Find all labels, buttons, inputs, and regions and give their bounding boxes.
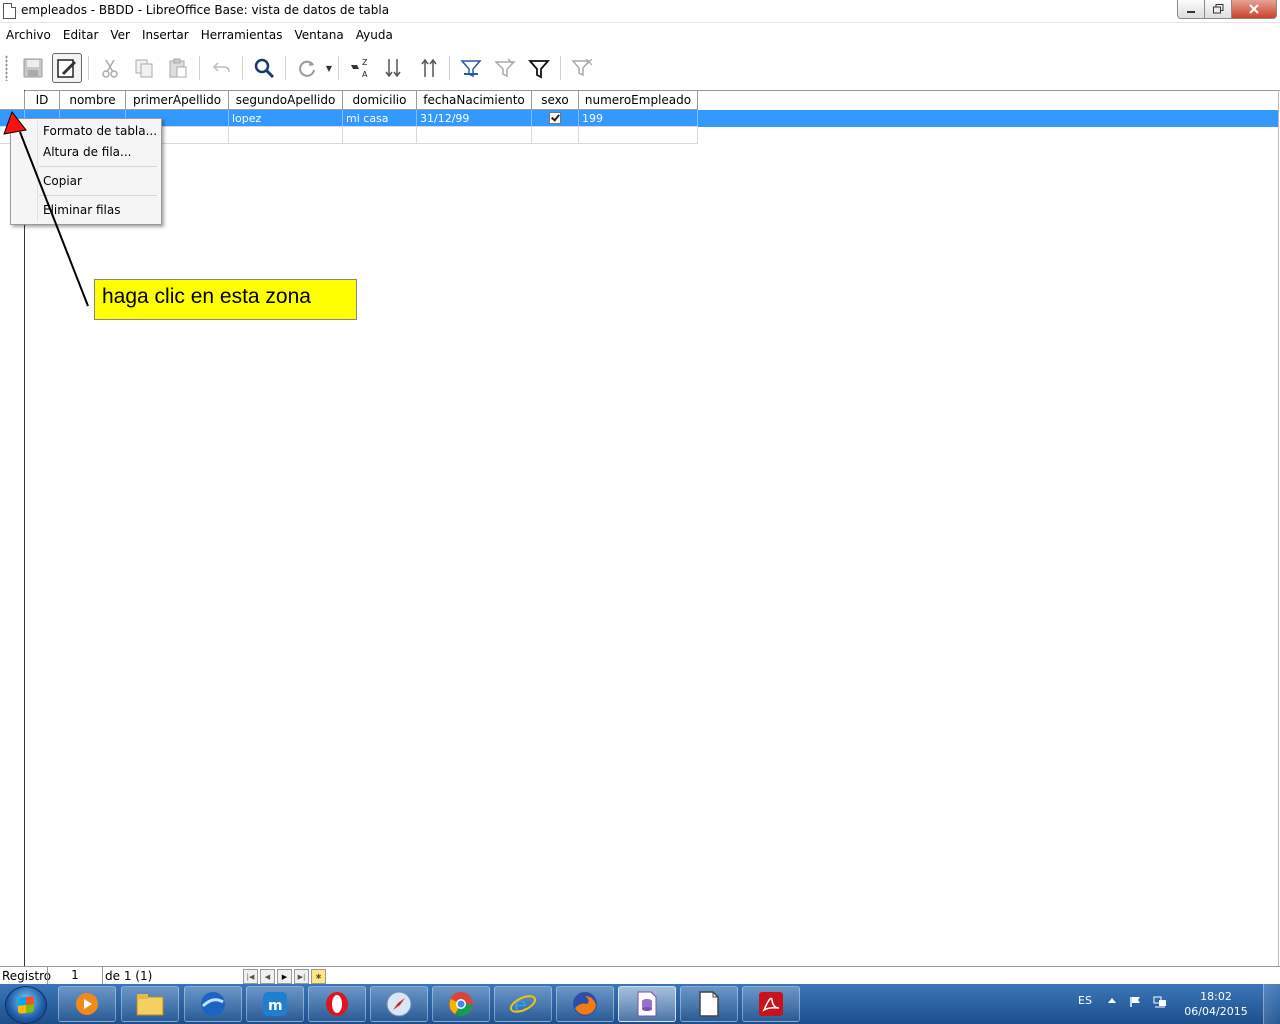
window-controls	[1177, 0, 1277, 19]
network-icon[interactable]	[1153, 996, 1167, 1008]
callout-text: haga clic en esta zona	[102, 285, 311, 308]
record-nav-buttons: |◀ ◀ ▶ ▶| ✱	[243, 969, 328, 984]
standard-filter-button[interactable]	[524, 53, 554, 83]
taskbar-explorer[interactable]	[121, 986, 179, 1022]
language-indicator[interactable]: ES	[1078, 994, 1092, 1007]
first-record-icon: |◀	[246, 972, 255, 981]
svg-text:m: m	[268, 998, 283, 1014]
clock-time: 18:02	[1200, 990, 1232, 1003]
new-record-icon: ✱	[315, 972, 322, 981]
taskbar-internet-explorer[interactable]: e	[494, 986, 552, 1022]
reset-filter-button[interactable]	[567, 53, 597, 83]
chrome-icon	[449, 992, 473, 1016]
start-button[interactable]	[5, 986, 47, 1024]
libreoffice-base-icon	[637, 991, 657, 1017]
firefox-icon	[573, 992, 597, 1016]
sexo-checkbox[interactable]	[549, 111, 561, 124]
annotation-callout: haga clic en esta zona	[94, 279, 357, 320]
adobe-reader-icon	[759, 992, 783, 1016]
record-label: Registro	[2, 969, 52, 983]
record-navigation-bar: Registro 1 de 1 (1) |◀ ◀ ▶ ▶| ✱	[0, 966, 1280, 985]
system-clock[interactable]: 18:02 06/04/2015	[1180, 989, 1252, 1019]
windows-media-player-icon	[76, 993, 98, 1015]
taskbar-safari[interactable]	[370, 986, 428, 1022]
new-record-button[interactable]: ✱	[311, 969, 326, 984]
taskbar: m e ES 18:02 06/04/2015	[0, 984, 1280, 1024]
last-record-icon: ▶|	[297, 972, 306, 981]
cell-fechanacimiento[interactable]: 31/12/99	[416, 109, 532, 127]
toolbar-separator	[560, 56, 561, 80]
restore-button[interactable]	[1205, 0, 1232, 19]
clock-date: 06/04/2015	[1184, 1005, 1248, 1018]
taskbar-google-earth[interactable]	[184, 986, 242, 1022]
taskbar-chrome[interactable]	[432, 986, 490, 1022]
column-header-fechanacimiento[interactable]: fechaNacimiento	[416, 91, 532, 110]
reset-filter-icon	[571, 58, 593, 77]
taskbar-adobe-reader[interactable]	[742, 986, 800, 1022]
apply-filter-icon	[494, 58, 516, 78]
taskbar-libreoffice[interactable]	[680, 986, 738, 1022]
cell-numeroempleado[interactable]: 199	[578, 109, 698, 127]
maxthon-icon: m	[263, 992, 287, 1016]
close-button[interactable]	[1232, 0, 1277, 19]
column-header-sexo[interactable]: sexo	[531, 91, 579, 110]
grid-border	[1278, 90, 1279, 966]
taskbar-firefox[interactable]	[556, 986, 614, 1022]
libreoffice-icon	[699, 991, 719, 1017]
previous-record-button[interactable]: ◀	[260, 969, 275, 984]
cell-numeroempleado[interactable]	[578, 126, 698, 144]
cell-sexo[interactable]	[531, 109, 579, 127]
taskbar-media-player[interactable]	[58, 986, 116, 1022]
cell-fechanacimiento[interactable]	[416, 126, 532, 144]
previous-record-icon: ◀	[264, 972, 271, 981]
internet-explorer-icon: e	[509, 993, 537, 1018]
restore-icon	[1212, 4, 1223, 14]
google-earth-icon	[201, 992, 225, 1016]
next-record-button[interactable]: ▶	[277, 969, 292, 984]
column-header-numeroempleado[interactable]: numeroEmpleado	[578, 91, 698, 110]
windows-explorer-icon	[136, 994, 164, 1016]
record-count: de 1 (1)	[105, 969, 153, 983]
sort-descending-icon	[421, 58, 437, 77]
toolbar-separator	[449, 56, 450, 80]
show-hidden-icons-icon[interactable]	[1108, 998, 1116, 1003]
close-icon	[1249, 4, 1259, 14]
standard-filter-icon	[528, 60, 550, 79]
autofilter-icon	[460, 60, 482, 78]
sort-descending-button[interactable]	[413, 53, 443, 83]
minimize-button[interactable]	[1177, 0, 1205, 19]
selected-row-highlight	[698, 110, 1278, 127]
action-center-flag-icon[interactable]	[1130, 996, 1142, 1008]
autofilter-button[interactable]	[456, 53, 486, 83]
cell-sexo[interactable]	[531, 126, 579, 144]
record-number-field[interactable]: 1	[47, 967, 103, 984]
minimize-icon	[1187, 11, 1195, 13]
apply-filter-button[interactable]	[490, 53, 520, 83]
opera-icon	[326, 992, 348, 1016]
show-desktop-button[interactable]	[1263, 984, 1280, 1024]
taskbar-libreoffice-base[interactable]	[618, 986, 676, 1022]
safari-icon	[386, 991, 412, 1017]
next-record-icon: ▶	[281, 972, 288, 981]
last-record-button[interactable]: ▶|	[294, 969, 309, 984]
taskbar-maxthon[interactable]: m	[246, 986, 304, 1022]
taskbar-opera[interactable]	[308, 986, 366, 1022]
first-record-button[interactable]: |◀	[243, 969, 258, 984]
